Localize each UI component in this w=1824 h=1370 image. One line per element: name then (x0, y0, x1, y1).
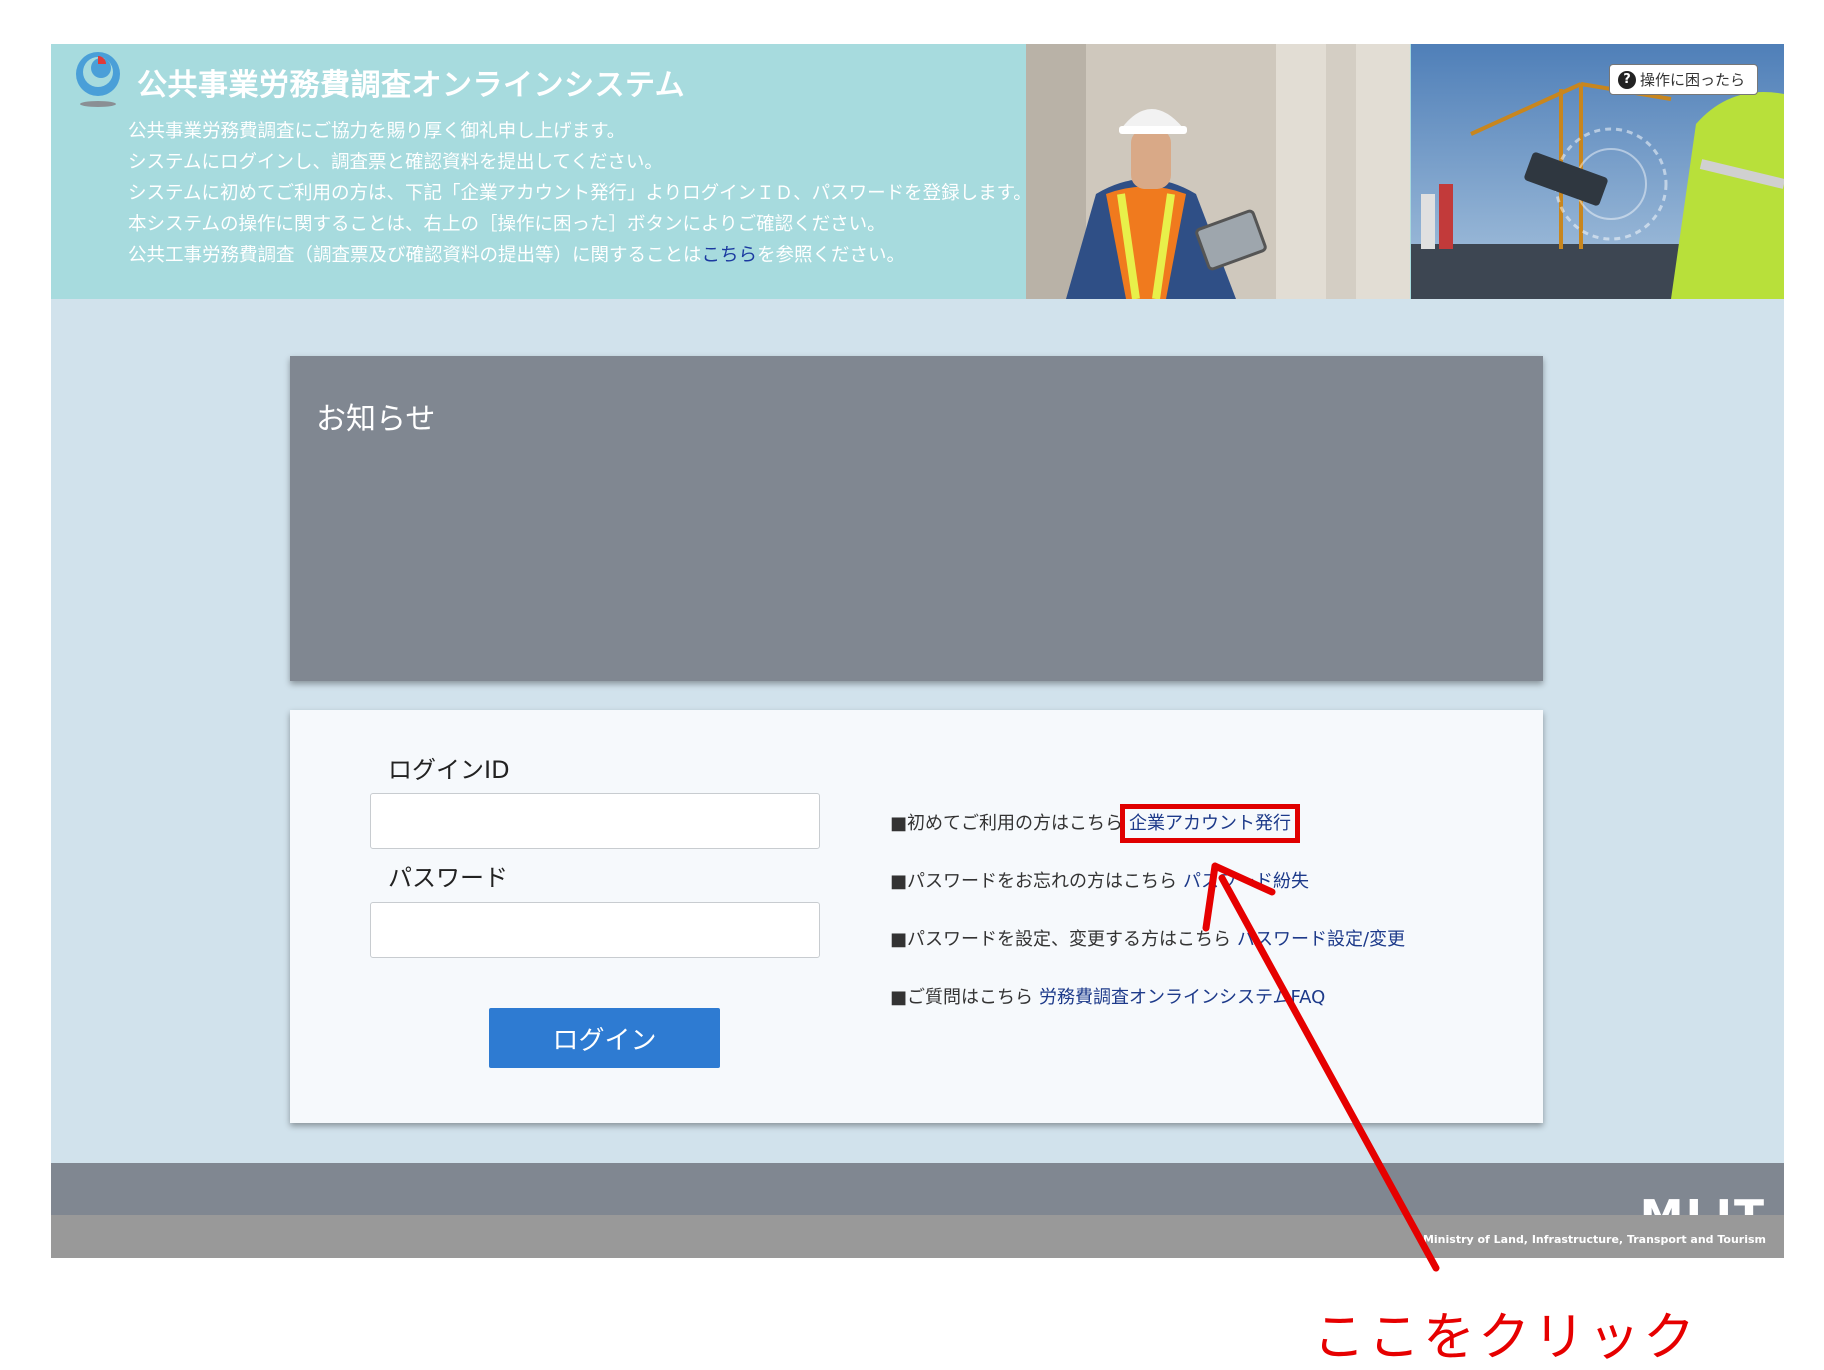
link-row-prefix: ■初めてご利用の方はこちら (890, 813, 1124, 834)
intro-line: システムにログインし、調査票と確認資料を提出してください。 (128, 152, 663, 173)
reference-link[interactable]: こちら (702, 245, 758, 266)
mlit-logo-subtitle: Ministry of Land, Infrastructure, Transp… (1422, 1233, 1766, 1246)
link-row-faq: ■ご質問はこちら 労務費調査オンラインシステムFAQ (890, 983, 1325, 1009)
help-button-label: 操作に困ったら (1639, 71, 1745, 89)
issue-account-link[interactable]: 企業アカウント発行 (1120, 804, 1301, 843)
link-row-prefix: ■パスワードをお忘れの方はこちら (890, 871, 1178, 892)
link-row-prefix: ■ご質問はこちら (890, 987, 1034, 1008)
login-id-input[interactable] (370, 793, 820, 849)
app-title: 公共事業労務費調査オンラインシステム (137, 68, 686, 103)
header: 公共事業労務費調査オンラインシステム 公共事業労務費調査にご協力を賜り厚く御礼申… (51, 44, 1784, 299)
intro-line: 公共工事労務費調査（調査票及び確認資料の提出等）に関することはこちらを参照くださ… (128, 240, 1058, 271)
intro-text: 公共事業労務費調査にご協力を賜り厚く御礼申し上げます。 システムにログインし、調… (128, 116, 1058, 271)
question-circle-icon: ? (1617, 70, 1636, 89)
intro-line: 本システムの操作に関することは、右上の［操作に困った］ボタンによりご確認ください… (128, 214, 886, 235)
faq-link[interactable]: 労務費調査オンラインシステムFAQ (1039, 987, 1325, 1008)
password-input[interactable] (370, 902, 820, 958)
link-row-lost-password: ■パスワードをお忘れの方はこちら パスワード紛失 (890, 867, 1309, 893)
login-panel: ログインID パスワード ログイン ■初めてご利用の方はこちら 企業アカウント発行… (290, 710, 1543, 1123)
link-row-prefix: ■パスワードを設定、変更する方はこちら (890, 929, 1232, 950)
set-password-link[interactable]: パスワード設定/変更 (1237, 929, 1405, 950)
intro-line-prefix: 公共工事労務費調査（調査票及び確認資料の提出等）に関することは (128, 245, 702, 266)
notice-panel: お知らせ (290, 356, 1543, 681)
lost-password-link[interactable]: パスワード紛失 (1183, 871, 1309, 892)
worker-with-tablet-photo (1026, 44, 1410, 299)
app-window: 公共事業労務費調査オンラインシステム 公共事業労務費調査にご協力を賜り厚く御礼申… (51, 44, 1784, 1258)
password-label: パスワード (388, 864, 508, 892)
footer: MLIT (51, 1163, 1784, 1239)
annotation-label: ここをクリック (1313, 1308, 1699, 1368)
login-id-label: ログインID (388, 756, 510, 784)
intro-line-suffix: を参照ください。 (757, 245, 906, 266)
login-button[interactable]: ログイン (489, 1008, 720, 1068)
mlit-emblem-icon (76, 52, 120, 107)
link-row-account: ■初めてご利用の方はこちら 企業アカウント発行 (890, 804, 1301, 843)
link-row-set-password: ■パスワードを設定、変更する方はこちら パスワード設定/変更 (890, 925, 1405, 951)
intro-line: 公共事業労務費調査にご協力を賜り厚く御礼申し上げます。 (128, 121, 626, 142)
intro-line: システムに初めてご利用の方は、下記「企業アカウント発行」よりログインＩＤ、パスワ… (128, 183, 1032, 204)
notice-title: お知らせ (316, 402, 436, 437)
help-button[interactable]: ? 操作に困ったら (1608, 64, 1758, 95)
